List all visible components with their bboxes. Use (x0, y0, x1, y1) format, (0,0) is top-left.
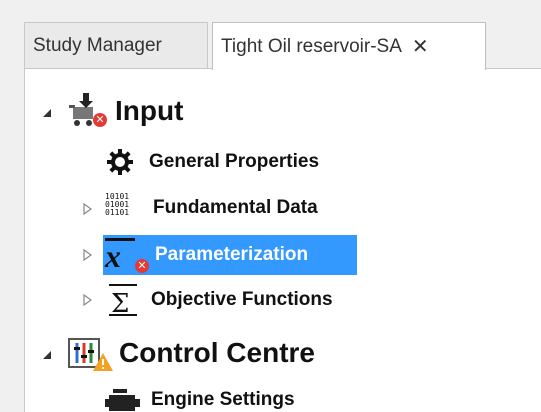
tree-item-label: Engine Settings (151, 389, 295, 410)
tree-item-parameterization[interactable]: x ✕ Parameterization (103, 235, 357, 275)
tree-item-control-centre[interactable]: Control Centre (65, 333, 315, 373)
svg-text:Σ: Σ (111, 289, 129, 317)
tree-item-general-properties[interactable]: General Properties (105, 147, 319, 177)
error-badge-icon: ✕ (93, 113, 107, 127)
gear-icon (105, 147, 135, 177)
collapsed-arrow-icon[interactable] (81, 249, 93, 261)
tree-item-label: Input (115, 95, 184, 126)
tree-item-label: General Properties (149, 151, 320, 172)
collapsed-arrow-icon[interactable] (81, 203, 93, 215)
expanded-arrow-icon[interactable] (41, 349, 53, 361)
app-window: Study Manager Tight Oil reservoir-SA ✕ ✕… (0, 0, 541, 412)
tree-item-input[interactable]: ✕ Input (67, 91, 183, 131)
collapsed-arrow-icon[interactable] (81, 294, 93, 306)
sigma-icon: Σ (105, 283, 141, 319)
control-panel-icon (65, 333, 113, 373)
expanded-arrow-icon[interactable] (41, 107, 53, 119)
tree-item-label: Parameterization (155, 244, 309, 265)
engine-icon (105, 387, 141, 412)
tree-item-label: Objective Functions (151, 289, 333, 310)
svg-text:x: x (104, 238, 121, 274)
x-bar-parameter-icon: x ✕ (103, 235, 151, 275)
tree-item-engine-settings[interactable]: Engine Settings (105, 387, 295, 412)
binary-data-icon: 10101 01001 01101 (105, 193, 141, 223)
tab-tight-oil-reservoir[interactable]: Tight Oil reservoir-SA ✕ (212, 22, 486, 70)
tab-study-manager[interactable]: Study Manager (24, 22, 208, 68)
error-badge-icon: ✕ (135, 259, 149, 273)
tree-item-fundamental-data[interactable]: 10101 01001 01101 Fundamental Data (105, 193, 318, 223)
tab-label: Study Manager (33, 34, 162, 56)
tree-item-objective-functions[interactable]: Σ Objective Functions (105, 283, 333, 319)
tab-label: Tight Oil reservoir-SA (221, 35, 402, 57)
tree-item-label: Control Centre (119, 337, 315, 368)
study-tree-panel: ✕ Input General Properties 10101 01001 0… (24, 68, 541, 412)
binary-line: 01101 (105, 208, 130, 217)
input-cart-icon: ✕ (67, 91, 111, 131)
close-icon[interactable]: ✕ (412, 37, 429, 57)
tree-item-label: Fundamental Data (153, 197, 318, 218)
